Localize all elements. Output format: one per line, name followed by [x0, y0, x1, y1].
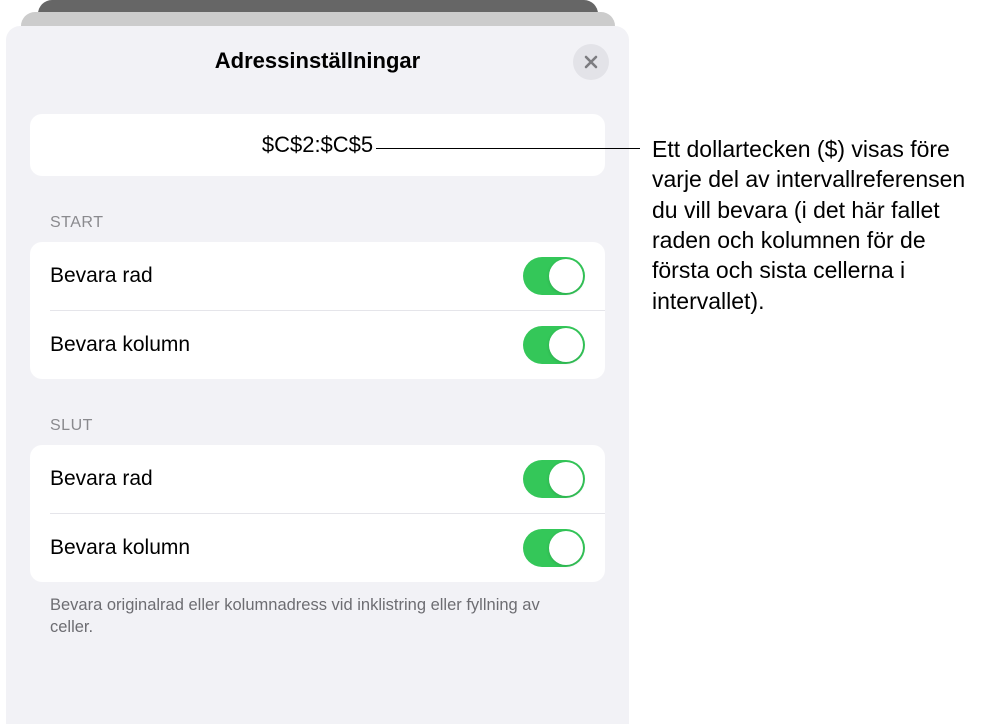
start-preserve-row-label: Bevara rad — [50, 264, 153, 288]
start-preserve-row-toggle[interactable] — [523, 257, 585, 295]
start-preserve-column: Bevara kolumn — [50, 310, 605, 379]
address-display[interactable]: $C$2:$C$5 — [30, 114, 605, 176]
end-preserve-column: Bevara kolumn — [50, 513, 605, 582]
close-icon — [583, 54, 599, 70]
end-group: Bevara rad Bevara kolumn — [30, 445, 605, 582]
start-preserve-column-label: Bevara kolumn — [50, 333, 190, 357]
sheet-title: Adressinställningar — [215, 48, 420, 74]
sheet-header: Adressinställningar — [6, 26, 629, 96]
callout-text: Ett dollartecken ($) visas före varje de… — [652, 134, 982, 316]
settings-sheet: Adressinställningar $C$2:$C$5 Start Beva… — [6, 26, 629, 724]
start-group: Bevara rad Bevara kolumn — [30, 242, 605, 379]
sheet-content: $C$2:$C$5 Start Bevara rad Bevara kolumn… — [6, 114, 629, 639]
callout-leader-line — [376, 148, 640, 149]
end-preserve-column-toggle[interactable] — [523, 529, 585, 567]
end-preserve-row-toggle[interactable] — [523, 460, 585, 498]
close-button[interactable] — [573, 44, 609, 80]
start-preserve-column-toggle[interactable] — [523, 326, 585, 364]
end-preserve-row-label: Bevara rad — [50, 467, 153, 491]
start-preserve-row: Bevara rad — [30, 242, 605, 310]
footer-note: Bevara originalrad eller kolumnadress vi… — [30, 582, 605, 639]
start-section-label: Start — [30, 214, 605, 232]
end-section-label: Slut — [30, 417, 605, 435]
end-preserve-column-label: Bevara kolumn — [50, 536, 190, 560]
end-preserve-row: Bevara rad — [30, 445, 605, 513]
